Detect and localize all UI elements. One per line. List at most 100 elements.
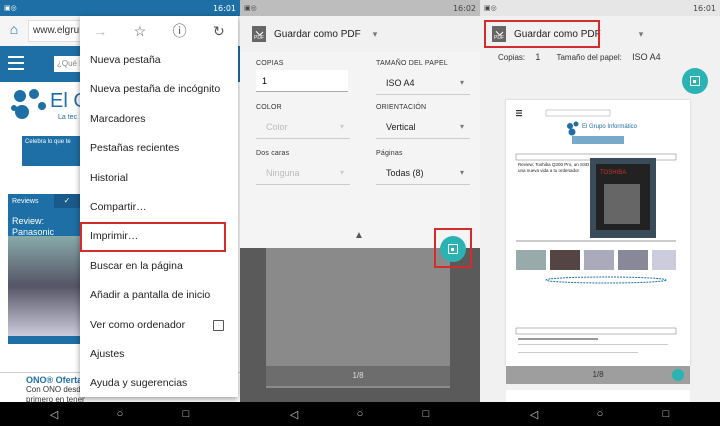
chevron-down-icon: ▾ [460, 122, 465, 131]
home-nav-icon[interactable]: ○ [108, 408, 132, 420]
back-nav-icon[interactable]: ◁ [282, 408, 306, 421]
notification-icon: ▣ [244, 5, 251, 12]
whatsapp-icon: ◎ [490, 5, 497, 12]
android-nav-bar: ◁ ○ □ [480, 402, 720, 426]
menu-item-print[interactable]: Imprimir… [80, 222, 226, 252]
review-card[interactable]: Reviews ✓ Review: Panasonic seguridad y … [8, 194, 80, 344]
recents-nav-icon[interactable]: □ [174, 408, 198, 420]
pages-select[interactable]: Todas (8) [386, 168, 424, 178]
reload-icon[interactable]: ↻ [213, 23, 225, 40]
info-icon[interactable]: ⓘ [173, 21, 187, 41]
two-sided-select[interactable]: Ninguna [266, 168, 300, 178]
notification-icon: ▣ [484, 5, 491, 12]
menu-item-settings[interactable]: Ajustes [80, 340, 238, 369]
color-select[interactable]: Color [266, 122, 288, 132]
menu-item-help[interactable]: Ayuda y sugerencias [80, 369, 238, 398]
chevron-down-icon: ▾ [460, 78, 465, 87]
review-image [8, 236, 80, 336]
menu-item-add-to-home[interactable]: Añadir a pantalla de inicio [80, 281, 238, 310]
divider [376, 94, 470, 95]
status-bar: ▣ ◎ 16:02 [240, 0, 480, 16]
twitter-icon[interactable]: ✓ [54, 194, 80, 208]
menu-item-bookmarks[interactable]: Marcadores [80, 105, 238, 134]
android-nav-bar: ◁ ○ □ [0, 402, 240, 426]
preview-logo-text: El Grupo Informático [582, 124, 638, 130]
orientation-label: ORIENTACIÓN [376, 104, 427, 111]
paper-value: ISO A4 [632, 52, 661, 62]
chevron-down-icon: ▾ [638, 28, 644, 39]
print-destination-selector[interactable]: PDF Guardar como PDF ▾ [240, 16, 480, 52]
browser-menu-screen: ▣ ◎ 16:01 ⌂ www.elgru ¿Qué b El G La tec… [0, 0, 240, 426]
status-time: 16:02 [452, 3, 476, 13]
color-label: COLOR [256, 104, 282, 111]
download-pdf-icon [690, 76, 700, 86]
menu-item-new-tab[interactable]: Nueva pestaña [80, 46, 238, 75]
bookmark-star-icon[interactable]: ☆ [134, 23, 147, 40]
recents-nav-icon[interactable]: □ [414, 408, 438, 420]
copies-label: COPIAS [256, 60, 284, 67]
next-preview-page [506, 390, 690, 402]
divider [376, 138, 470, 139]
chevron-down-icon: ▾ [372, 28, 378, 39]
back-nav-icon[interactable]: ◁ [42, 408, 66, 421]
copies-label: Copias: [498, 53, 526, 62]
home-nav-icon[interactable]: ○ [588, 408, 612, 420]
svg-text:Review: Toshiba Q300 Pro, un S: Review: Toshiba Q300 Pro, un SSD para [518, 162, 600, 167]
paper-label: Tamaño del papel: [556, 53, 622, 62]
desktop-site-checkbox[interactable] [213, 319, 224, 331]
overflow-menu: → ☆ ⓘ ↻ Nueva pestaña Nueva pestaña de i… [80, 16, 238, 397]
preview-product-text: TOSHIBA [600, 170, 626, 176]
promo-banner[interactable]: Celebra lo que te [22, 136, 80, 166]
orientation-select[interactable]: Vertical [386, 122, 416, 132]
destination-label: Guardar como PDF [274, 28, 361, 40]
print-summary[interactable]: Copias: 1 Tamaño del papel: ISO A4 [498, 52, 675, 62]
pages-label: Páginas [376, 150, 403, 157]
ad-line: Con ONO desde [26, 385, 86, 394]
preview-page: El Grupo Informático Review: Toshiba Q30… [506, 100, 690, 366]
copies-value: 1 [535, 52, 541, 62]
ad-title: ONO® Oferta [26, 375, 83, 385]
svg-text:una nueva vida a tu ordenador: una nueva vida a tu ordenador [518, 168, 580, 173]
pdf-icon: PDF [252, 26, 266, 42]
copies-input[interactable]: 1 [256, 70, 348, 92]
back-nav-icon[interactable]: ◁ [522, 408, 546, 421]
download-pdf-button[interactable] [682, 68, 708, 94]
paper-size-select[interactable]: ISO A4 [386, 78, 415, 88]
menu-item-label: Ver como ordenador [90, 318, 186, 331]
status-bar: ▣ ◎ 16:01 [0, 0, 240, 16]
highlight-box [434, 228, 472, 268]
menu-item-find-in-page[interactable]: Buscar en la página [80, 252, 238, 281]
status-time: 16:01 [212, 3, 236, 13]
menu-item-recent-tabs[interactable]: Pestañas recientes [80, 134, 238, 163]
paper-size-label: TAMAÑO DEL PAPEL [376, 60, 448, 67]
menu-item-desktop-site[interactable]: Ver como ordenador [80, 311, 238, 340]
print-settings-screen: ▣ ◎ 16:02 PDF Guardar como PDF ▾ COPIAS … [240, 0, 480, 426]
page-indicator: 1/8 [266, 366, 450, 386]
recents-nav-icon[interactable]: □ [654, 408, 678, 420]
page-thumbnail: El Grupo Informático Review: Toshiba Q30… [515, 109, 677, 353]
chevron-down-icon: ▾ [340, 122, 345, 131]
page-indicator: 1/8 [592, 370, 604, 379]
forward-icon[interactable]: → [93, 23, 107, 39]
menu-item-share[interactable]: Compartir… [80, 193, 238, 222]
two-sided-label: Dos caras [256, 150, 290, 157]
page-indicator-strip[interactable]: 1/8 [506, 366, 690, 384]
menu-toolbar: → ☆ ⓘ ↻ [80, 16, 238, 46]
collapse-options-icon[interactable]: ▲ [354, 230, 364, 241]
hamburger-menu-icon[interactable] [8, 56, 24, 70]
status-time: 16:01 [692, 3, 716, 13]
whatsapp-icon: ◎ [250, 5, 257, 12]
page-selected-check-icon[interactable] [672, 369, 684, 381]
notification-icon: ▣ [4, 5, 11, 12]
print-preview-screen: ▣ ◎ 16:01 PDF Guardar como PDF ▾ Copias:… [480, 0, 720, 426]
status-bar: ▣ ◎ 16:01 [480, 0, 720, 16]
home-nav-icon[interactable]: ○ [348, 408, 372, 420]
menu-item-history[interactable]: Historial [80, 164, 238, 193]
chevron-down-icon: ▾ [340, 168, 345, 177]
divider [256, 184, 350, 185]
divider [256, 138, 350, 139]
logo-tagline: La tec [58, 114, 78, 121]
menu-item-incognito[interactable]: Nueva pestaña de incógnito [80, 75, 238, 104]
home-icon[interactable]: ⌂ [4, 21, 24, 41]
divider [376, 184, 470, 185]
